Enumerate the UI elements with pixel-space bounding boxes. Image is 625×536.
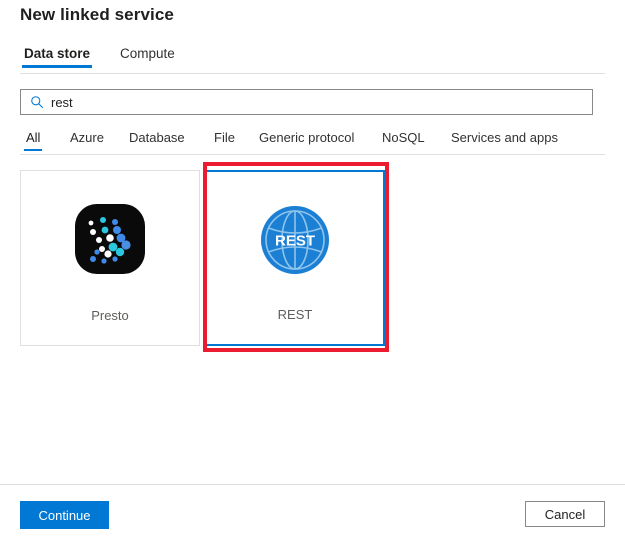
filters-divider xyxy=(20,154,605,155)
presto-icon xyxy=(75,204,145,274)
presto-icon-wrap xyxy=(21,195,199,283)
filter-tabstrip: All Azure Database File Generic protocol… xyxy=(20,130,605,155)
footer-divider xyxy=(0,484,625,485)
tile-label-rest: REST xyxy=(207,307,383,322)
tile-presto[interactable]: Presto xyxy=(20,170,200,346)
tile-label-presto: Presto xyxy=(21,308,199,323)
rest-globe-icon: REST xyxy=(259,204,331,276)
search-icon xyxy=(25,90,49,114)
filter-generic-protocol[interactable]: Generic protocol xyxy=(257,130,356,151)
filter-database[interactable]: Database xyxy=(127,130,187,151)
search-input[interactable] xyxy=(49,90,592,114)
filter-azure[interactable]: Azure xyxy=(68,130,106,151)
tab-data-store[interactable]: Data store xyxy=(22,46,92,68)
filter-services-and-apps[interactable]: Services and apps xyxy=(449,130,560,151)
tile-rest[interactable]: REST REST xyxy=(205,170,385,346)
rest-icon-wrap: REST xyxy=(207,196,383,284)
tab-compute[interactable]: Compute xyxy=(118,46,177,68)
rest-icon-text: REST xyxy=(275,233,315,250)
tabstrip-divider xyxy=(20,73,605,74)
filter-all[interactable]: All xyxy=(24,130,42,151)
filter-file[interactable]: File xyxy=(212,130,237,151)
search-box[interactable] xyxy=(20,89,593,115)
page-title: New linked service xyxy=(20,5,174,25)
filter-nosql[interactable]: NoSQL xyxy=(380,130,427,151)
continue-button[interactable]: Continue xyxy=(20,501,109,529)
primary-tabstrip: Data store Compute xyxy=(20,46,605,74)
cancel-button[interactable]: Cancel xyxy=(525,501,605,527)
